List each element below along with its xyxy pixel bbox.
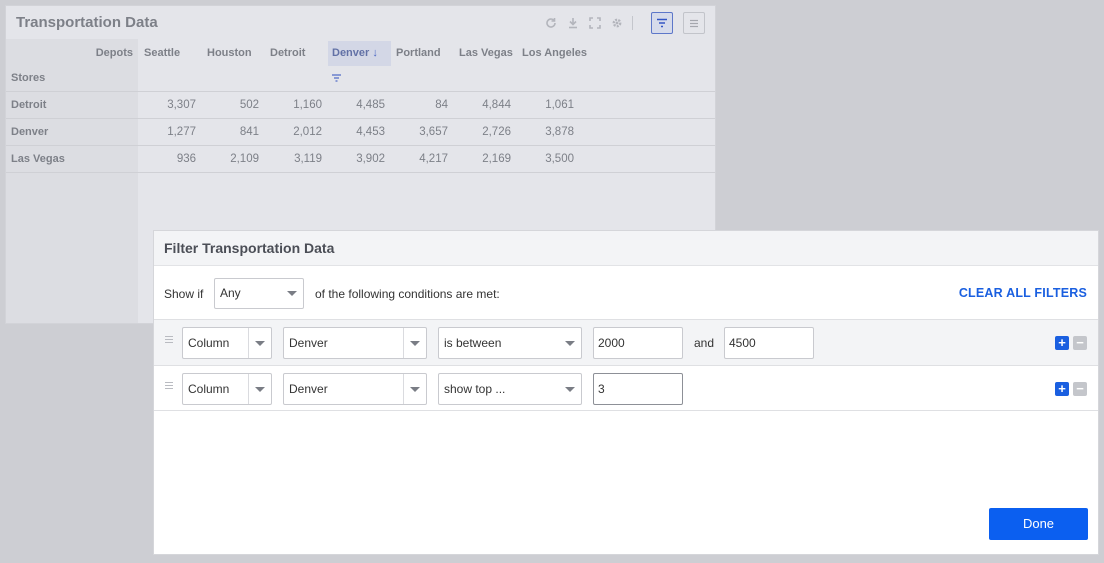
filter-condition-row: Column Denver show top ... 3 + − <box>154 365 1098 411</box>
conditions-suffix-label: of the following conditions are met: <box>315 287 500 301</box>
stores-label: Stores <box>11 72 46 84</box>
match-mode-select[interactable]: Any <box>214 278 304 309</box>
condition-field-value: Denver <box>289 336 328 350</box>
table-cell: 3,119 <box>294 153 322 165</box>
column-header[interactable]: Las Vegas <box>459 41 513 66</box>
widget-title: Transportation Data <box>16 14 158 31</box>
table-cell: 2,169 <box>482 153 511 165</box>
condition-scope-select[interactable]: Column <box>182 327 272 359</box>
table-cell: 936 <box>176 153 196 165</box>
table-cell: 4,453 <box>356 126 385 138</box>
table-cell: 1,061 <box>545 99 574 111</box>
table-cell: 3,878 <box>545 126 574 138</box>
table-cell: 4,217 <box>419 153 448 165</box>
drag-handle-icon[interactable] <box>165 382 173 391</box>
add-condition-button[interactable]: + <box>1055 336 1069 350</box>
table-cell: 4,844 <box>482 99 511 111</box>
table-cell: 841 <box>239 126 259 138</box>
condition-field-select[interactable]: Denver <box>283 327 427 359</box>
condition-field-value: Denver <box>289 382 328 396</box>
column-header[interactable]: Detroit <box>270 41 305 66</box>
table-cell: 2,012 <box>293 126 322 138</box>
remove-condition-button[interactable]: − <box>1073 336 1087 350</box>
filter-icon[interactable] <box>651 12 673 34</box>
remove-condition-button[interactable]: − <box>1073 382 1087 396</box>
row-label: Detroit <box>11 99 47 111</box>
menu-icon[interactable] <box>683 12 705 34</box>
condition-scope-value: Column <box>188 382 230 396</box>
column-header-sorted[interactable]: Denver ↓ <box>328 41 391 82</box>
table-cell: 4,485 <box>356 99 385 111</box>
match-mode-value: Any <box>220 286 241 300</box>
table-cell: 84 <box>435 99 448 111</box>
chevron-down-icon <box>248 374 271 404</box>
done-button[interactable]: Done <box>989 508 1088 540</box>
table-cell: 3,500 <box>545 153 574 165</box>
sort-descending-icon: ↓ <box>372 47 378 59</box>
filter-dialog: Filter Transportation Data Show if Any o… <box>153 230 1099 555</box>
table-cell: 3,657 <box>419 126 448 138</box>
condition-min-input[interactable]: 2000 <box>593 327 683 359</box>
drag-handle-icon[interactable] <box>165 336 173 345</box>
show-if-label: Show if <box>164 287 204 301</box>
widget-toolbar <box>540 10 705 36</box>
expand-icon[interactable] <box>584 12 606 34</box>
table-row: Denver 1,277 841 2,012 4,453 3,657 2,726… <box>6 118 715 145</box>
table-cell: 3,307 <box>167 99 196 111</box>
chevron-down-icon <box>559 374 581 404</box>
settings-icon[interactable] <box>606 12 628 34</box>
column-header[interactable]: Houston <box>207 41 252 66</box>
between-and-label: and <box>694 336 715 350</box>
condition-max-input[interactable]: 4500 <box>724 327 814 359</box>
row-label: Las Vegas <box>11 153 65 165</box>
add-condition-button[interactable]: + <box>1055 382 1069 396</box>
column-header[interactable]: Los Angeles <box>522 41 587 66</box>
table-row: Detroit 3,307 502 1,160 4,485 84 4,844 1… <box>6 91 715 118</box>
condition-value-input[interactable]: 3 <box>593 373 683 405</box>
condition-operator-value: show top ... <box>444 382 506 396</box>
depots-label: Depots <box>95 47 133 59</box>
download-icon[interactable] <box>562 12 584 34</box>
condition-scope-select[interactable]: Column <box>182 373 272 405</box>
refresh-icon[interactable] <box>540 12 562 34</box>
toolbar-divider <box>632 16 633 30</box>
condition-operator-select[interactable]: show top ... <box>438 373 582 405</box>
filter-condition-row: Column Denver is between 2000 and 4500 +… <box>154 319 1098 365</box>
column-filter-icon <box>332 74 341 82</box>
condition-field-select[interactable]: Denver <box>283 373 427 405</box>
table-cell: 2,109 <box>230 153 259 165</box>
table-row: Las Vegas 936 2,109 3,119 3,902 4,217 2,… <box>6 145 715 173</box>
row-label: Denver <box>11 126 49 138</box>
chevron-down-icon <box>403 328 426 358</box>
filter-dialog-title: Filter Transportation Data <box>154 231 1098 266</box>
table-cell: 1,160 <box>293 99 322 111</box>
table-cell: 1,277 <box>167 126 196 138</box>
chevron-down-icon <box>248 328 271 358</box>
column-header-label: Denver <box>332 47 370 59</box>
table-cell: 502 <box>239 99 259 111</box>
condition-operator-value: is between <box>444 336 502 350</box>
column-header[interactable]: Portland <box>396 41 441 66</box>
chevron-down-icon <box>559 328 581 358</box>
condition-operator-select[interactable]: is between <box>438 327 582 359</box>
column-header[interactable]: Seattle <box>144 41 180 66</box>
clear-all-filters-link[interactable]: CLEAR ALL FILTERS <box>959 286 1087 300</box>
condition-scope-value: Column <box>188 336 230 350</box>
table-cell: 2,726 <box>482 126 511 138</box>
match-mode-row: Show if Any of the following conditions … <box>154 266 1098 320</box>
chevron-down-icon <box>281 279 303 308</box>
chevron-down-icon <box>403 374 426 404</box>
table-cell: 3,902 <box>356 153 385 165</box>
